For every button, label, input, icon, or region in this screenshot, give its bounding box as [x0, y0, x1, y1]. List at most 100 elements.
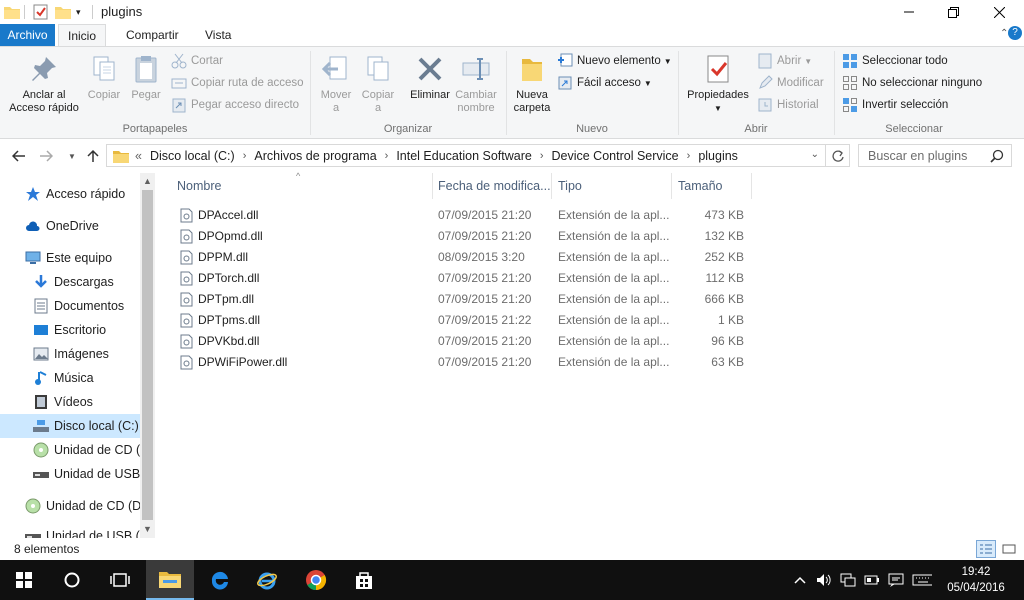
sidebar-scrollbar[interactable]: ▲ ▼	[140, 173, 155, 538]
customize-toolbar-icon[interactable]: ▾	[76, 3, 81, 21]
table-row[interactable]: DPOpmd.dll 07/09/2015 21:20 Extensión de l…	[170, 226, 750, 247]
sidebar-item-downloads[interactable]: Descargas	[33, 270, 114, 294]
table-row[interactable]: DPTorch.dll 07/09/2015 21:20 Extensión de …	[170, 268, 750, 289]
network-icon[interactable]	[838, 570, 858, 590]
tab-home[interactable]: Inicio	[58, 24, 107, 47]
sidebar-item-pictures[interactable]: Imágenes	[33, 342, 109, 366]
task-view-button[interactable]	[96, 560, 144, 600]
refresh-button[interactable]	[826, 144, 850, 167]
sidebar-item-videos[interactable]: Vídeos	[33, 390, 93, 414]
edge-taskbar-button[interactable]	[195, 560, 243, 600]
table-row[interactable]: DPPM.dll 08/09/2015 3:20 Extensión de la a…	[170, 247, 750, 268]
keyboard-icon[interactable]	[912, 570, 932, 590]
pin-quick-access-button[interactable]: Anclar al Acceso rápido	[6, 53, 82, 115]
column-header-type[interactable]: Tipo	[552, 173, 672, 199]
forward-button[interactable]	[36, 146, 56, 166]
new-folder-button[interactable]: Nueva carpeta	[510, 53, 554, 115]
cut-button[interactable]: Cortar	[171, 51, 223, 71]
recent-locations-button[interactable]: ▼	[62, 146, 82, 166]
scrollbar-thumb[interactable]	[142, 190, 153, 520]
chevron-right-icon[interactable]: ›	[385, 150, 389, 162]
rename-button[interactable]: Cambiar nombre	[453, 53, 499, 115]
copy-path-button[interactable]: Copiar ruta de acceso	[171, 73, 304, 93]
sidebar-item-this-pc[interactable]: Este equipo	[25, 246, 112, 270]
tab-file[interactable]: Archivo	[0, 24, 55, 46]
address-bar[interactable]: « Disco local (C:) › Archivos de program…	[106, 144, 826, 167]
show-hidden-icons-chevron-icon[interactable]	[790, 570, 810, 590]
system-clock[interactable]: 19:42 05/04/2016	[946, 564, 1006, 596]
tab-share[interactable]: Compartir	[117, 24, 188, 46]
sidebar-item-cd-drive[interactable]: Unidad de CD (D	[33, 438, 149, 462]
breadcrumb-item[interactable]: Disco local (C:)	[150, 149, 235, 163]
table-row[interactable]: DPVKbd.dll 07/09/2015 21:20 Extensión de l…	[170, 331, 750, 352]
column-header-date[interactable]: Fecha de modifica...	[432, 173, 552, 199]
search-taskbar-button[interactable]	[48, 560, 96, 600]
chevron-down-icon[interactable]: ⌄	[811, 149, 819, 160]
battery-icon[interactable]	[862, 570, 882, 590]
start-button[interactable]	[0, 560, 48, 600]
column-header-name[interactable]: Nombre	[171, 173, 433, 199]
sidebar-item-music[interactable]: Música	[33, 366, 94, 390]
paste-shortcut-button[interactable]: Pegar acceso directo	[171, 95, 299, 115]
minimize-button[interactable]	[886, 0, 932, 24]
sidebar-item-desktop[interactable]: Escritorio	[33, 318, 106, 342]
easy-access-button[interactable]: Fácil acceso ▼	[557, 73, 652, 93]
table-row[interactable]: DPTpm.dll 07/09/2015 21:20 Extensión de la…	[170, 289, 750, 310]
new-folder-quick-icon[interactable]	[55, 3, 71, 21]
invert-selection-button[interactable]: Invertir selección	[842, 95, 948, 115]
chevron-right-icon[interactable]: ›	[243, 150, 247, 162]
properties-quick-icon[interactable]	[33, 3, 48, 21]
title-bar: ▾ plugins	[0, 0, 1024, 24]
tab-view[interactable]: Vista	[196, 24, 240, 46]
history-button[interactable]: Historial	[757, 95, 819, 115]
back-button[interactable]	[9, 146, 29, 166]
new-item-button[interactable]: Nuevo elemento ▼	[557, 51, 672, 71]
up-button[interactable]	[83, 146, 103, 166]
search-input[interactable]: Buscar en plugins	[858, 144, 1012, 167]
file-explorer-taskbar-button[interactable]	[146, 560, 194, 600]
breadcrumb-item[interactable]: Archivos de programa	[254, 149, 376, 163]
paste-button[interactable]: Pegar	[128, 53, 164, 102]
scroll-down-icon[interactable]: ▼	[140, 522, 155, 537]
sidebar-item-local-disk[interactable]: Disco local (C:)	[0, 414, 140, 438]
edit-button[interactable]: Modificar	[757, 73, 824, 93]
store-taskbar-button[interactable]	[340, 560, 388, 600]
sidebar-item-onedrive[interactable]: OneDrive	[25, 214, 99, 238]
scroll-up-icon[interactable]: ▲	[140, 174, 155, 189]
large-icons-view-button[interactable]	[999, 540, 1019, 558]
breadcrumb-item[interactable]: Device Control Service	[552, 149, 679, 163]
table-row[interactable]: DPTpms.dll 07/09/2015 21:22 Extensión de l…	[170, 310, 750, 331]
edit-pencil-icon	[757, 75, 773, 91]
sidebar-item-cd-drive-root[interactable]: Unidad de CD (D:)	[25, 494, 149, 518]
breadcrumb-item[interactable]: plugins	[698, 149, 738, 163]
sidebar-item-usb-drive-root[interactable]: Unidad de USB (E:	[25, 524, 152, 538]
close-button[interactable]	[976, 0, 1022, 24]
sidebar-item-documents[interactable]: Documentos	[33, 294, 124, 318]
internet-explorer-taskbar-button[interactable]	[243, 560, 291, 600]
breadcrumb-overflow[interactable]: «	[135, 149, 142, 163]
volume-icon[interactable]	[814, 570, 834, 590]
properties-button[interactable]: Propiedades ▼	[682, 53, 754, 115]
chevron-right-icon[interactable]: ›	[540, 150, 544, 162]
delete-button[interactable]: Eliminar	[407, 53, 453, 102]
breadcrumb-item[interactable]: Intel Education Software	[396, 149, 532, 163]
details-view-button[interactable]	[976, 540, 996, 558]
table-row[interactable]: DPWiFiPower.dll 07/09/2015 21:20 Extensión…	[170, 352, 750, 373]
sidebar-item-usb-drive[interactable]: Unidad de USB (	[33, 462, 148, 486]
select-all-button[interactable]: Seleccionar todo	[842, 51, 948, 71]
maximize-button[interactable]	[930, 0, 976, 24]
table-row[interactable]: DPAccel.dll 07/09/2015 21:20 Extensión de …	[170, 205, 750, 226]
copy-button[interactable]: Copiar	[84, 53, 124, 102]
chevron-right-icon[interactable]: ›	[687, 150, 691, 162]
action-center-icon[interactable]	[886, 570, 906, 590]
copy-to-button[interactable]: Copiar a	[358, 53, 398, 115]
cut-label: Cortar	[191, 55, 223, 67]
open-button[interactable]: Abrir ▼	[757, 51, 812, 71]
column-header-size[interactable]: Tamaño	[672, 173, 752, 199]
help-icon[interactable]: ?	[1008, 26, 1022, 40]
move-to-button[interactable]: Mover a	[316, 53, 356, 115]
chrome-taskbar-button[interactable]	[292, 560, 340, 600]
search-icon[interactable]	[990, 149, 1004, 163]
sidebar-item-quick-access[interactable]: Acceso rápido	[25, 182, 125, 206]
select-none-button[interactable]: No seleccionar ninguno	[842, 73, 982, 93]
